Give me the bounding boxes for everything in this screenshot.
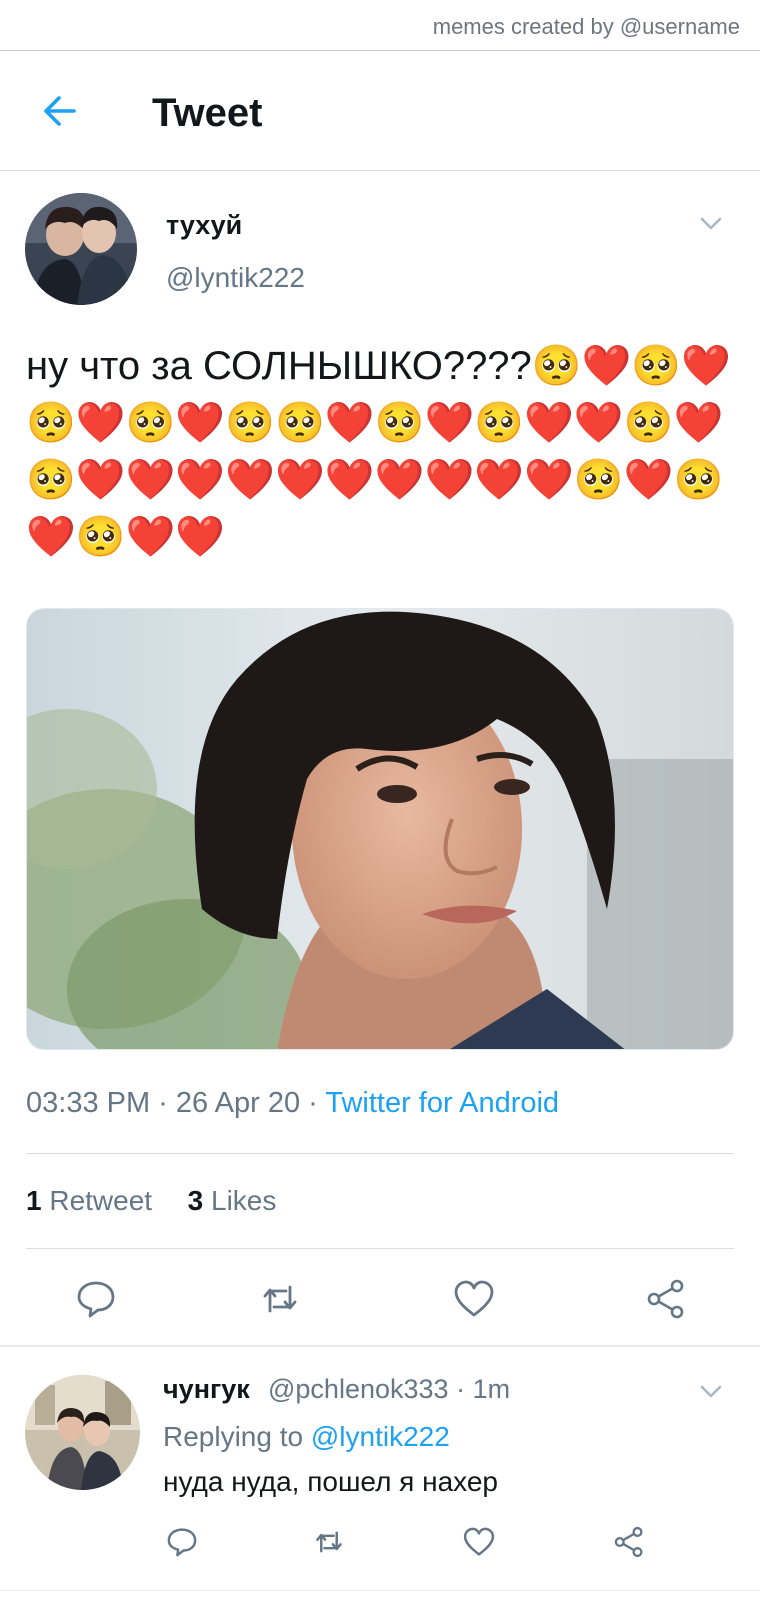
tweet-date: 26 Apr 20 (175, 1087, 301, 1119)
reply-author-name[interactable]: чунгук (163, 1374, 250, 1405)
divider (0, 1345, 760, 1347)
reply-share-button[interactable] (612, 1525, 646, 1559)
reply-button[interactable] (74, 1277, 118, 1321)
speech-bubble-icon (167, 1528, 197, 1557)
retweet-icon (263, 1285, 297, 1313)
replying-to-handle-link[interactable]: @lyntik222 (311, 1421, 450, 1452)
share-icon (614, 1526, 643, 1558)
speech-bubble-icon (77, 1281, 115, 1318)
reply-author-handle[interactable]: @pchlenok333 · 1m (268, 1374, 510, 1405)
author-handle[interactable]: @lyntik222 (166, 262, 305, 294)
reply-author-avatar[interactable] (25, 1375, 140, 1490)
meta-dot: · (158, 1087, 176, 1119)
top-bar: Tweet (0, 51, 760, 171)
tweet-options-button[interactable] (698, 210, 724, 236)
author-name[interactable]: тухуй (166, 210, 242, 241)
likes-label: Likes (211, 1185, 277, 1216)
reply-handle-text: @pchlenok333 (268, 1374, 449, 1404)
reply-reply-button[interactable] (165, 1525, 199, 1559)
chevron-down-icon (700, 1385, 722, 1398)
divider (0, 1590, 760, 1591)
meta-dot: · (308, 1087, 326, 1119)
like-button[interactable] (452, 1277, 496, 1321)
heart-outline-icon (463, 1527, 495, 1556)
tweet-time: 03:33 PM (26, 1087, 151, 1119)
author-avatar[interactable] (25, 193, 137, 305)
reply-like-button[interactable] (462, 1525, 496, 1559)
reply-text: нуда нуда, пошел я нахер (163, 1466, 498, 1497)
retweets-stat[interactable]: 1 Retweet (26, 1185, 152, 1216)
meta-dot: · (456, 1374, 473, 1404)
engagement-stats: 1 Retweet 3 Likes (26, 1185, 276, 1217)
chevron-down-icon (700, 217, 722, 230)
likes-count: 3 (187, 1185, 204, 1216)
page-title: Tweet (152, 91, 263, 135)
tweet-photo[interactable] (26, 608, 734, 1050)
divider (26, 1153, 734, 1154)
reply-time: 1m (472, 1374, 511, 1404)
reply-options-button[interactable] (698, 1378, 724, 1404)
heart-outline-icon (454, 1280, 494, 1317)
replying-to-label: Replying to (163, 1421, 304, 1452)
replying-to: Replying to @lyntik222 (163, 1421, 450, 1453)
reply-retweet-button[interactable] (312, 1525, 346, 1559)
likes-stat[interactable]: 3 Likes (188, 1185, 277, 1216)
tweet-text: ну что за СОЛНЫШКО????🥺❤️🥺❤️🥺❤️🥺❤️🥺🥺❤️🥺❤… (26, 344, 732, 559)
watermark: memes created by @username (432, 14, 740, 39)
arrow-left-icon (44, 96, 76, 126)
share-button[interactable] (644, 1277, 688, 1321)
retweets-label: Retweet (49, 1185, 153, 1216)
tweet-metadata: 03:33 PM · 26 Apr 20 · Twitter for Andro… (26, 1087, 559, 1120)
tweet-source-link[interactable]: Twitter for Android (325, 1087, 559, 1119)
retweets-count: 1 (26, 1185, 42, 1216)
retweet-button[interactable] (258, 1277, 302, 1321)
retweet-icon (316, 1531, 342, 1553)
share-icon (647, 1279, 684, 1319)
back-button[interactable] (38, 89, 82, 133)
divider (26, 1248, 734, 1249)
